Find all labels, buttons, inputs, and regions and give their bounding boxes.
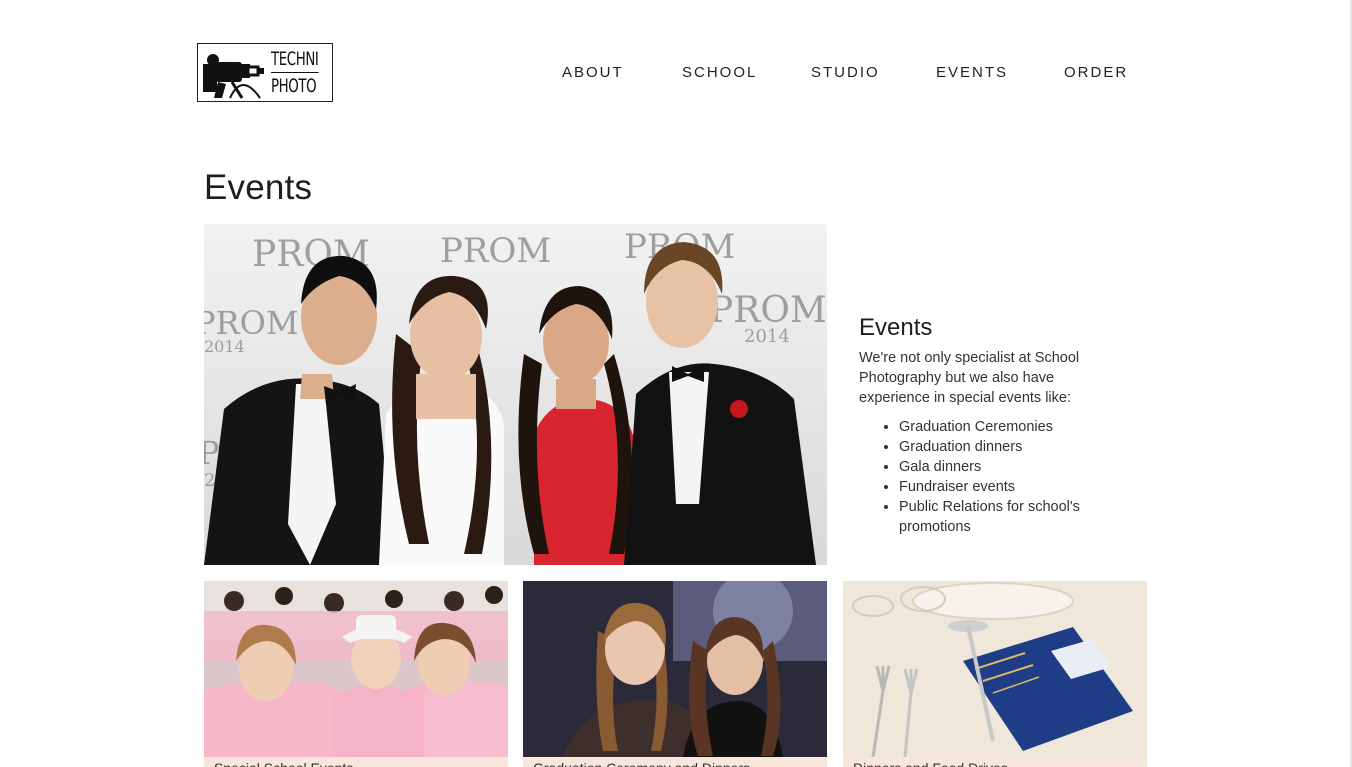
list-item: Public Relations for school's promotions	[899, 497, 1119, 537]
events-description: We're not only specialist at School Phot…	[859, 350, 1080, 406]
thumb-caption: Special School Events	[204, 757, 508, 767]
page-title: Events	[204, 168, 313, 207]
events-list: Graduation Ceremonies Graduation dinners…	[859, 417, 1119, 537]
thumb-caption: Dinners and Food Drives	[843, 757, 1147, 767]
nav-about-link[interactable]: ABOUT	[562, 64, 624, 81]
svg-text:2014: 2014	[204, 337, 245, 356]
svg-text:PROM: PROM	[440, 231, 551, 271]
main-nav: ABOUT SCHOOL STUDIO EVENTS ORDER	[0, 64, 1352, 84]
nav-order-link[interactable]: ORDER	[1064, 64, 1128, 81]
events-heading: Events	[859, 314, 933, 341]
list-item: Graduation dinners	[899, 437, 1119, 457]
nav-studio-link[interactable]: STUDIO	[811, 64, 880, 81]
school-events-photo	[204, 581, 508, 757]
list-item: Gala dinners	[899, 457, 1119, 477]
nav-events-link[interactable]: EVENTS	[936, 64, 1008, 81]
list-item: Graduation Ceremonies	[899, 417, 1119, 437]
events-intro: Events We're not only specialist at Scho…	[859, 314, 1119, 537]
thumb-school-events[interactable]: Special School Events	[204, 581, 508, 767]
prom-hero-photo: PROM PROM PROM PROM PROM 2014 2014 PROM …	[204, 224, 827, 565]
thumb-graduation[interactable]: Graduation Ceremony and Dinners	[523, 581, 827, 767]
nav-school-link[interactable]: SCHOOL	[682, 64, 757, 81]
thumb-caption: Graduation Ceremony and Dinners	[523, 757, 827, 767]
svg-text:PROM: PROM	[709, 290, 827, 331]
svg-text:2014: 2014	[744, 326, 790, 347]
list-item: Fundraiser events	[899, 477, 1119, 497]
thumb-dinners[interactable]: Dinners and Food Drives	[843, 581, 1147, 767]
graduation-dinner-photo	[523, 581, 827, 757]
dinner-table-photo	[843, 581, 1147, 757]
